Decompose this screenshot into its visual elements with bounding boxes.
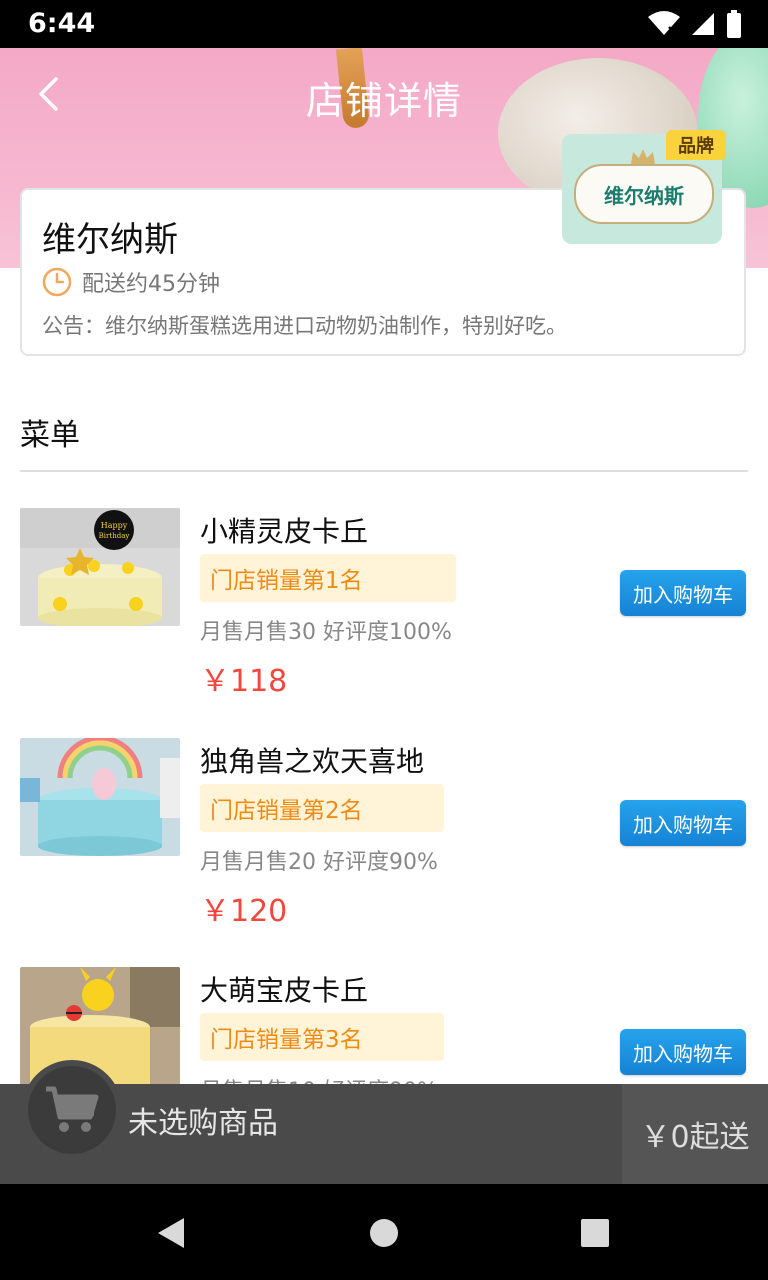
- cart-icon: [46, 1086, 99, 1132]
- product-name: 大萌宝皮卡丘: [200, 974, 369, 1007]
- nav-home-icon: [370, 1219, 398, 1247]
- delivery-info: 配送约45分钟: [42, 266, 220, 298]
- add-to-cart-button[interactable]: 加入购物车: [620, 1029, 746, 1075]
- product-stats: 月售月售20 好评度90%: [200, 850, 438, 875]
- signal-icon: [692, 13, 714, 35]
- product-name: 独角兽之欢天喜地: [200, 745, 425, 778]
- nav-back-button[interactable]: [146, 1208, 196, 1258]
- nav-back-icon: [158, 1218, 184, 1248]
- add-to-cart-button[interactable]: 加入购物车: [620, 570, 746, 616]
- status-icons: [648, 10, 742, 38]
- cart-button[interactable]: [22, 1060, 122, 1160]
- shop-name: 维尔纳斯: [42, 220, 178, 260]
- sales-rank-badge: 门店销量第1名: [200, 554, 456, 602]
- svg-text:Birthday: Birthday: [99, 532, 130, 540]
- cart-status-text: 未选购商品: [128, 1106, 278, 1141]
- wifi-icon: [648, 11, 680, 35]
- product-image: [20, 738, 180, 856]
- shop-notice: 公告：维尔纳斯蛋糕选用进口动物奶油制作，特别好吃。: [42, 314, 567, 338]
- page-title: 店铺详情: [305, 79, 462, 123]
- minimum-order-button[interactable]: ￥0起送: [622, 1084, 768, 1184]
- nav-recents-icon: [581, 1219, 609, 1247]
- menu-title: 菜单: [20, 418, 80, 453]
- brand-badge: 品牌: [666, 130, 726, 160]
- menu-item: 独角兽之欢天喜地 门店销量第2名 月售月售20 好评度90% ￥120 加入购物…: [0, 738, 768, 958]
- product-name: 小精灵皮卡丘: [200, 515, 369, 548]
- status-time: 6:44: [28, 8, 96, 39]
- product-price: ￥120: [200, 894, 288, 929]
- clock-icon: [42, 267, 72, 297]
- divider: [20, 470, 748, 472]
- add-to-cart-button[interactable]: 加入购物车: [620, 800, 746, 846]
- system-nav-bar: [0, 1184, 768, 1280]
- svg-text:Happy: Happy: [101, 521, 128, 530]
- delivery-time: 配送约45分钟: [82, 272, 220, 297]
- nav-home-button[interactable]: [359, 1208, 409, 1258]
- sales-rank-badge: 门店销量第3名: [200, 1013, 444, 1061]
- product-image: Happy Birthday: [20, 508, 180, 626]
- logo-text: 维尔纳斯: [574, 164, 714, 224]
- battery-icon: [727, 10, 741, 38]
- product-stats: 月售月售30 好评度100%: [200, 620, 452, 645]
- sales-rank-badge: 门店销量第2名: [200, 784, 444, 832]
- nav-recents-button[interactable]: [570, 1208, 620, 1258]
- product-price: ￥118: [200, 664, 288, 699]
- status-bar: 6:44: [0, 0, 768, 48]
- menu-item: Happy Birthday 小精灵皮卡丘 门店销量第1名 月售月售30 好评度…: [0, 508, 768, 728]
